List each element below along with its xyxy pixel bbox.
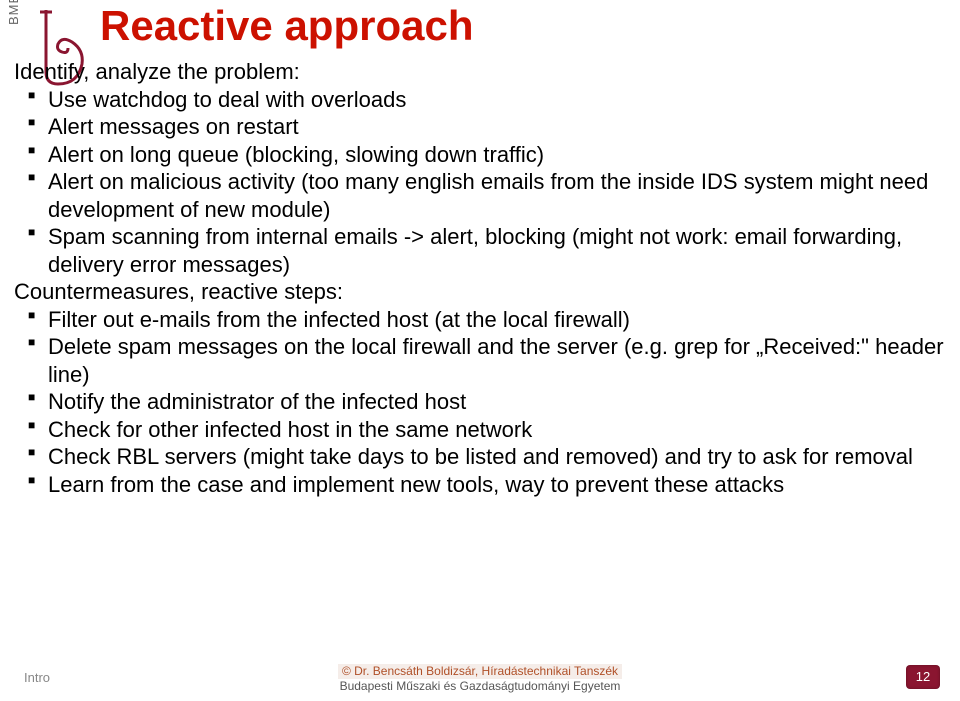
list-item: Use watchdog to deal with overloads <box>14 86 946 114</box>
list-item: Alert messages on restart <box>14 113 946 141</box>
footer-institution: Budapesti Műszaki és Gazdaságtudományi E… <box>0 679 960 693</box>
bme-label: BME <box>6 0 21 25</box>
slide-title: Reactive approach <box>100 2 474 50</box>
footer-center: © Dr. Bencsáth Boldizsár, Híradástechnik… <box>0 664 960 693</box>
bullet-list-1: Use watchdog to deal with overloads Aler… <box>14 86 946 279</box>
section-heading-2: Countermeasures, reactive steps: <box>14 278 946 306</box>
list-item: Delete spam messages on the local firewa… <box>14 333 946 388</box>
list-item: Spam scanning from internal emails -> al… <box>14 223 946 278</box>
content-area: Identify, analyze the problem: Use watch… <box>14 58 946 498</box>
list-item: Alert on long queue (blocking, slowing d… <box>14 141 946 169</box>
page-number-badge: 12 <box>906 665 940 689</box>
list-item: Filter out e-mails from the infected hos… <box>14 306 946 334</box>
list-item: Check RBL servers (might take days to be… <box>14 443 946 471</box>
footer-copyright: © Dr. Bencsáth Boldizsár, Híradástechnik… <box>338 664 622 678</box>
list-item: Learn from the case and implement new to… <box>14 471 946 499</box>
footer: Intro © Dr. Bencsáth Boldizsár, Híradást… <box>0 659 960 695</box>
bullet-list-2: Filter out e-mails from the infected hos… <box>14 306 946 499</box>
list-item: Notify the administrator of the infected… <box>14 388 946 416</box>
section-heading-1: Identify, analyze the problem: <box>14 58 946 86</box>
list-item: Alert on malicious activity (too many en… <box>14 168 946 223</box>
list-item: Check for other infected host in the sam… <box>14 416 946 444</box>
